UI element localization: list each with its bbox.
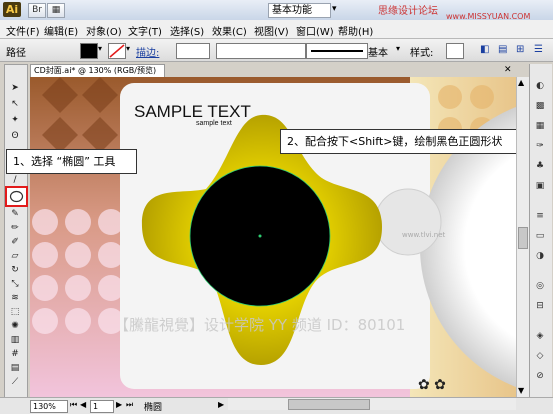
opacity-icon[interactable]: ◧ bbox=[480, 44, 489, 55]
graphic-style-swatch[interactable] bbox=[446, 43, 464, 59]
step1-callout: 1、选择 “椭圆” 工具 bbox=[6, 149, 137, 174]
pencil-icon[interactable]: ✏ bbox=[8, 222, 22, 234]
align-panel-icon[interactable]: ⊟ bbox=[533, 300, 547, 312]
transform-icon[interactable]: ⊞ bbox=[516, 44, 524, 55]
current-tool-status: 椭圆 bbox=[144, 403, 163, 413]
selection-tool-icon[interactable]: ➤ bbox=[8, 82, 22, 94]
gradient-panel-icon[interactable]: ▭ bbox=[533, 230, 547, 242]
status-menu-icon[interactable]: ▶ bbox=[218, 400, 224, 409]
chevron-down-icon[interactable]: ▾ bbox=[98, 44, 102, 53]
menu-item-1[interactable]: 文件(F) bbox=[6, 23, 40, 38]
variable-width-select[interactable] bbox=[216, 43, 306, 59]
site-watermark: 思缘设计论坛 bbox=[378, 6, 438, 17]
step2-callout: 2、配合按下<Shift>键，绘制黑色正圆形状 bbox=[280, 129, 522, 154]
disc-hub bbox=[374, 188, 442, 256]
eyedropper-icon[interactable]: ⟋ bbox=[8, 376, 22, 388]
artboards-icon[interactable]: ◇ bbox=[533, 350, 547, 362]
bridge-icon[interactable]: Br bbox=[28, 3, 46, 18]
menu-item-2[interactable]: 编辑(E) bbox=[44, 23, 78, 38]
graphic-styles-icon[interactable]: ▣ bbox=[533, 180, 547, 192]
document-tab[interactable]: CD封面.ai* @ 130% (RGB/预览) bbox=[30, 64, 165, 77]
layers-icon[interactable]: ◈ bbox=[533, 330, 547, 342]
fill-swatch[interactable] bbox=[80, 43, 98, 59]
symbols-icon[interactable]: ♣ bbox=[533, 160, 547, 172]
magic-wand-icon[interactable]: ✦ bbox=[8, 114, 22, 126]
site-mark: www.tlvi.net bbox=[402, 231, 446, 239]
menu-item-4[interactable]: 文字(T) bbox=[128, 23, 162, 38]
swatches-icon[interactable]: ▦ bbox=[533, 120, 547, 132]
menu-item-6[interactable]: 效果(C) bbox=[212, 23, 247, 38]
panel-menu-icon[interactable]: ☰ bbox=[534, 44, 543, 55]
appearance-icon[interactable]: ◎ bbox=[533, 280, 547, 292]
line-tool-icon[interactable]: / bbox=[8, 174, 22, 186]
menu-item-9[interactable]: 帮助(H) bbox=[338, 23, 373, 38]
arrange-icon[interactable]: ▦ bbox=[47, 3, 65, 18]
color-panel-icon[interactable]: ◐ bbox=[533, 80, 547, 92]
horizontal-scrollbar[interactable] bbox=[228, 398, 516, 410]
prev-page-icon[interactable]: ◀ bbox=[80, 400, 86, 409]
app-logo: Ai bbox=[3, 2, 21, 17]
transparency-icon[interactable]: ◑ bbox=[533, 250, 547, 262]
stroke-weight-field[interactable] bbox=[176, 43, 210, 59]
menu-item-8[interactable]: 窗口(W) bbox=[296, 23, 334, 38]
sample-title: SAMPLE TEXT bbox=[134, 102, 251, 121]
artboard-canvas[interactable]: www.tlvi.net SAMPLE TEXT sample text ✿ ✿ bbox=[30, 77, 516, 397]
links-icon[interactable]: ⊘ bbox=[533, 370, 547, 382]
brush-stroke-select[interactable] bbox=[306, 43, 368, 59]
scroll-up-icon[interactable]: ▲ bbox=[518, 78, 524, 87]
blob-brush-icon[interactable]: ✐ bbox=[8, 236, 22, 248]
style-label: 样式: bbox=[410, 48, 434, 59]
free-transform-icon[interactable]: ⬚ bbox=[8, 306, 22, 318]
chevron-down-icon[interactable]: ▾ bbox=[396, 44, 400, 53]
selection-type-label: 路径 bbox=[6, 48, 26, 59]
align-icon[interactable]: ▤ bbox=[498, 44, 507, 55]
center-point-icon bbox=[258, 234, 262, 238]
last-page-icon[interactable]: ⏭ bbox=[126, 400, 133, 410]
zoom-select[interactable]: 130% bbox=[30, 400, 68, 413]
symbol-sprayer-icon[interactable]: ✺ bbox=[8, 320, 22, 332]
lasso-icon[interactable]: ʘ bbox=[8, 130, 22, 142]
stroke-panel-icon[interactable]: ≡ bbox=[533, 210, 547, 222]
menu-item-5[interactable]: 选择(S) bbox=[170, 23, 204, 38]
width-tool-icon[interactable]: ≋ bbox=[8, 292, 22, 304]
vertical-scrollbar[interactable] bbox=[516, 77, 529, 397]
graph-tool-icon[interactable]: ▥ bbox=[8, 334, 22, 346]
menu-item-3[interactable]: 对象(O) bbox=[86, 23, 122, 38]
chevron-down-icon[interactable]: ▾ bbox=[332, 4, 337, 14]
brush-definition-label: 基本 bbox=[368, 48, 388, 59]
flower-icon: ✿ ✿ bbox=[418, 377, 446, 393]
brushes-icon[interactable]: ✑ bbox=[533, 140, 547, 152]
stroke-label[interactable]: 描边: bbox=[136, 44, 159, 59]
direct-selection-tool-icon[interactable]: ↖ bbox=[8, 98, 22, 110]
scale-icon[interactable]: ⤡ bbox=[8, 278, 22, 290]
scroll-down-icon[interactable]: ▼ bbox=[518, 386, 524, 395]
chevron-down-icon[interactable]: ▾ bbox=[126, 44, 130, 53]
next-page-icon[interactable]: ▶ bbox=[116, 400, 122, 409]
stroke-swatch[interactable] bbox=[108, 43, 126, 59]
page-number-field[interactable]: 1 bbox=[90, 400, 114, 413]
first-page-icon[interactable]: ⏮ bbox=[70, 400, 77, 410]
workspace-select[interactable]: 基本功能 bbox=[268, 3, 331, 18]
menu-item-7[interactable]: 视图(V) bbox=[254, 23, 289, 38]
color-guide-icon[interactable]: ▩ bbox=[533, 100, 547, 112]
ellipse-tool-button[interactable] bbox=[5, 186, 28, 207]
gradient-icon[interactable]: ▤ bbox=[8, 362, 22, 374]
close-icon[interactable]: ✕ bbox=[504, 65, 512, 75]
rotate-icon[interactable]: ↻ bbox=[8, 264, 22, 276]
overlay-watermark: 【騰龍視覺】设计学院 YY 频道 ID：80101 bbox=[114, 316, 406, 334]
mesh-icon[interactable]: # bbox=[8, 348, 22, 360]
eraser-icon[interactable]: ▱ bbox=[8, 250, 22, 262]
sample-subtitle: sample text bbox=[196, 120, 232, 127]
paintbrush-icon[interactable]: ✎ bbox=[8, 208, 22, 220]
